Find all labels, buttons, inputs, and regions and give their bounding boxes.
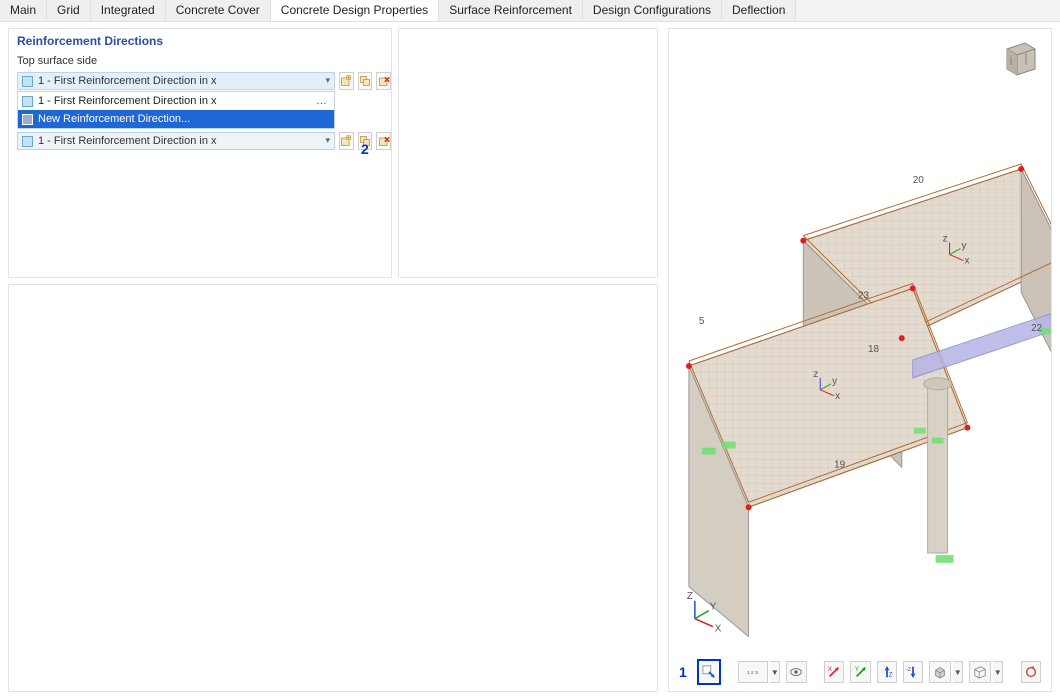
iso-dropdown[interactable]: ▼	[953, 661, 963, 683]
tab-integrated[interactable]: Integrated	[91, 0, 166, 21]
tab-concrete-design-properties[interactable]: Concrete Design Properties	[271, 0, 439, 21]
dropdown-item-existing[interactable]: 1 - First Reinforcement Direction in x …	[18, 92, 334, 110]
combo-swatch-icon	[22, 76, 33, 87]
tab-surface-reinforcement[interactable]: Surface Reinforcement	[439, 0, 583, 21]
model-svg: 20 23 18 19 5 22 X Y Z x y z	[669, 29, 1051, 691]
view-minus-z-button[interactable]: -Z	[903, 661, 923, 683]
item-swatch-icon	[22, 96, 33, 107]
svg-text:20: 20	[913, 175, 925, 186]
svg-text:Z: Z	[889, 671, 893, 678]
svg-text:y: y	[832, 376, 837, 387]
svg-text:x: x	[964, 256, 969, 267]
item-swatch-icon	[22, 114, 33, 125]
dropdown-item-label: 1 - First Reinforcement Direction in x	[38, 95, 217, 107]
svg-text:y: y	[961, 241, 966, 252]
copy-item-button[interactable]	[358, 72, 373, 90]
chevron-down-icon: ▾	[325, 135, 330, 146]
tab-grid[interactable]: Grid	[47, 0, 91, 21]
direction-combo-top[interactable]: 1 - First Reinforcement Direction in x ▾	[17, 72, 335, 90]
perspective-dropdown[interactable]: ▼	[993, 661, 1003, 683]
navigation-cube[interactable]	[997, 35, 1043, 81]
chevron-down-icon: ▾	[325, 75, 330, 86]
section-label-top-surface: Top surface side	[9, 53, 391, 71]
callout-1: 1	[679, 664, 687, 680]
svg-text:z: z	[943, 234, 948, 245]
svg-text:Z: Z	[687, 591, 693, 602]
viewport-toolbar: 1 123 ▼ X Y Z	[669, 659, 1051, 685]
model-viewport[interactable]: 20 23 18 19 5 22 X Y Z x y z	[668, 28, 1052, 692]
iso1-group: ▼	[929, 661, 963, 683]
panel-title: Reinforcement Directions	[9, 29, 391, 53]
view-y-button[interactable]: Y	[850, 661, 870, 683]
units-button[interactable]: 123	[738, 661, 768, 683]
tab-concrete-cover[interactable]: Concrete Cover	[166, 0, 271, 21]
perspective-button[interactable]	[969, 661, 991, 683]
new-item-button[interactable]	[339, 72, 354, 90]
combo-value: 1 - First Reinforcement Direction in x	[38, 135, 217, 147]
svg-text:19: 19	[834, 459, 846, 470]
svg-text:z: z	[813, 369, 818, 380]
iso2-group: ▼	[969, 661, 1003, 683]
svg-text:23: 23	[858, 290, 870, 301]
dropdown-item-label: New Reinforcement Direction...	[38, 113, 190, 125]
units-group: 123 ▼	[738, 661, 780, 683]
svg-text:2: 2	[751, 670, 754, 676]
svg-text:3: 3	[755, 670, 758, 676]
direction-dropdown-list: 1 - First Reinforcement Direction in x ……	[17, 91, 335, 129]
iso-view-button[interactable]	[929, 661, 951, 683]
svg-text:X: X	[828, 666, 832, 673]
tab-main[interactable]: Main	[0, 0, 47, 21]
svg-text:Y: Y	[710, 602, 717, 613]
tabs-bar: Main Grid Integrated Concrete Cover Conc…	[0, 0, 1060, 22]
units-dropdown[interactable]: ▼	[770, 661, 780, 683]
svg-text:5: 5	[699, 316, 705, 327]
main-area: Reinforcement Directions Top surface sid…	[0, 22, 1060, 700]
empty-panel-bottom	[8, 284, 658, 692]
eye-view-button[interactable]	[786, 661, 806, 683]
tab-deflection[interactable]: Deflection	[722, 0, 796, 21]
new-item-button-2[interactable]	[339, 132, 354, 150]
delete-item-button-2[interactable]	[376, 132, 391, 150]
callout-2: 2	[361, 141, 369, 157]
dropdown-item-new[interactable]: New Reinforcement Direction...	[18, 110, 334, 128]
ellipsis-icon[interactable]: …	[316, 95, 328, 107]
svg-text:18: 18	[868, 344, 880, 355]
tab-design-configurations[interactable]: Design Configurations	[583, 0, 722, 21]
view-z-button[interactable]: Z	[877, 661, 897, 683]
delete-item-button[interactable]	[376, 72, 391, 90]
svg-text:X: X	[715, 624, 722, 635]
svg-text:Y: Y	[854, 666, 858, 673]
svg-text:1: 1	[747, 670, 750, 676]
svg-text:-Z: -Z	[906, 667, 912, 673]
direction-combo-bottom[interactable]: 1 - First Reinforcement Direction in x ▾	[17, 132, 335, 150]
apply-view-button[interactable]	[697, 659, 721, 685]
combo-swatch-icon	[22, 136, 33, 147]
svg-text:x: x	[835, 391, 840, 402]
reset-view-button[interactable]	[1021, 661, 1041, 683]
top-combo-row: 1 - First Reinforcement Direction in x ▾	[9, 71, 391, 91]
bottom-combo-row: 1 - First Reinforcement Direction in x ▾	[9, 131, 391, 151]
svg-text:22: 22	[1031, 323, 1043, 334]
reinforcement-directions-panel: Reinforcement Directions Top surface sid…	[8, 28, 392, 278]
combo-value: 1 - First Reinforcement Direction in x	[38, 75, 217, 87]
view-x-button[interactable]: X	[824, 661, 844, 683]
empty-panel-top	[398, 28, 658, 278]
